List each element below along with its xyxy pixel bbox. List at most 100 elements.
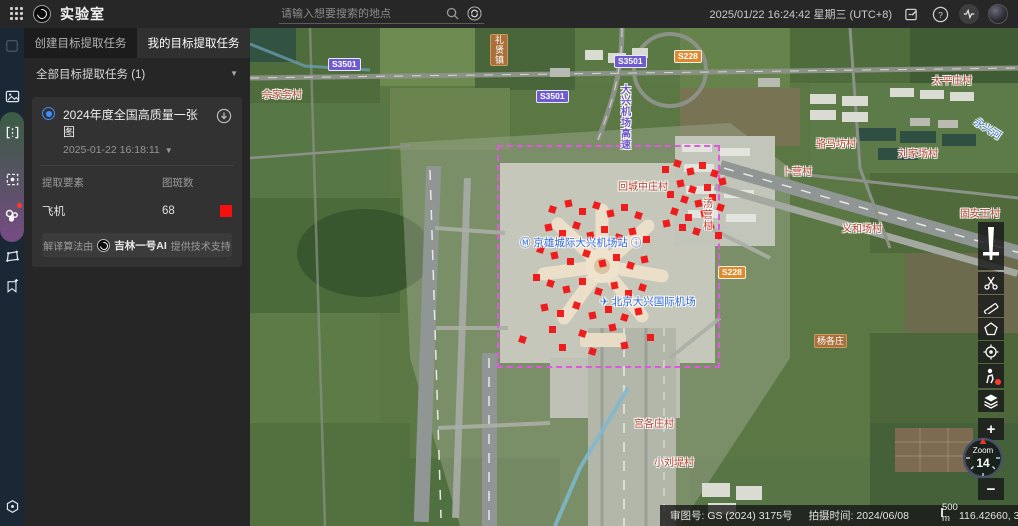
aircraft-detection — [718, 177, 726, 185]
aircraft-detection — [588, 311, 596, 319]
zoom-out-button[interactable]: − — [978, 478, 1004, 500]
aircraft-detection — [692, 227, 701, 236]
task-card: 2024年度全国高质量一张图 2025-01-22 16:18:11 ▼ — [32, 97, 242, 267]
road-badge: S3501 — [536, 90, 569, 103]
aircraft-detection — [680, 195, 689, 204]
polygon-draw-icon[interactable] — [0, 244, 24, 268]
column-count-header: 图斑数 — [162, 175, 220, 190]
map-label: 太平庄村 — [932, 76, 972, 88]
algorithm-credit: 解译算法由 吉林一号AI 提供技术支持 — [42, 233, 232, 257]
timestamp-chevron-icon[interactable]: ▼ — [165, 146, 173, 155]
aircraft-detection — [662, 166, 669, 173]
feedback-form-icon[interactable] — [901, 4, 921, 24]
aircraft-detection — [686, 167, 694, 175]
aircraft-detection — [544, 223, 552, 231]
aircraft-detection — [586, 231, 594, 239]
search-icon[interactable] — [446, 7, 459, 20]
credit-prefix: 解译算法由 — [43, 238, 93, 253]
app-grid-icon[interactable] — [10, 7, 24, 21]
layers-stack-icon[interactable] — [0, 34, 24, 58]
aircraft-detection — [715, 232, 722, 239]
reset-search-icon[interactable] — [467, 6, 482, 21]
swipe-compare-tool[interactable] — [978, 222, 1004, 270]
map-overlays: Ⓜ 京雄城际大兴机场站 ⓘ✈ 北京大兴国际机场回城中庄村汤营村卜营村骆马坊村刘家… — [250, 28, 1018, 526]
aircraft-detection — [548, 205, 557, 214]
aircraft-detection — [626, 261, 635, 270]
search-input[interactable] — [281, 8, 438, 20]
map-label: 小刘堤村 — [654, 458, 694, 470]
map-label: 永兴河 — [971, 117, 1003, 143]
tab-create-task[interactable]: 创建目标提取任务 — [24, 28, 137, 58]
capture-date: 拍摄时间: 2024/06/08 — [809, 508, 909, 523]
aircraft-detection — [533, 274, 540, 281]
aircraft-detection — [562, 285, 570, 293]
aircraft-detection — [594, 287, 603, 296]
scale-bar: 500 m — [941, 508, 943, 517]
zoom-dial[interactable]: Zoom 14 — [962, 437, 1004, 479]
class-color-swatch[interactable] — [220, 205, 232, 217]
aircraft-detection — [613, 254, 620, 261]
aircraft-detection — [628, 227, 636, 235]
datetime-display: 2025/01/22 16:24:42 星期三 (UTC+8) — [709, 6, 892, 22]
map-label: ✈ 北京大兴国际机场 — [600, 296, 696, 308]
top-bar: 实验室 2025/01/22 16:24:42 星期三 (UTC+8) — [0, 0, 1018, 28]
aircraft-detection — [540, 303, 548, 311]
task-title: 2024年度全国高质量一张图 — [63, 106, 208, 140]
task-radio-selected[interactable] — [42, 107, 55, 120]
aircraft-detection — [559, 344, 566, 351]
aircraft-detection — [667, 191, 674, 198]
road-badge: S228 — [718, 266, 746, 279]
map-status-bar: 审图号: GS (2024) 3175号 拍摄时间: 2024/06/08 50… — [660, 505, 1018, 526]
aircraft-detection — [647, 334, 654, 341]
aircraft-detection — [699, 162, 706, 169]
app-logo-icon — [33, 5, 51, 23]
map-label: 刘家场村 — [898, 149, 938, 161]
split-compare-icon[interactable] — [0, 120, 24, 144]
aircraft-detection — [608, 323, 616, 331]
map-label: 固安王村 — [960, 209, 1000, 221]
settings-gear-icon[interactable] — [0, 494, 24, 518]
map-label: 骆马坊村 — [816, 139, 856, 151]
imagery-icon[interactable] — [0, 84, 24, 108]
task-filter-dropdown[interactable]: 全部目标提取任务 (1) ▼ — [24, 58, 250, 89]
activity-pulse-icon[interactable] — [959, 4, 979, 24]
aircraft-detection — [643, 236, 650, 243]
aircraft-detection — [557, 310, 564, 317]
aircraft-detection — [638, 283, 647, 292]
clip-scissors-tool[interactable] — [978, 272, 1004, 294]
locate-tool[interactable] — [978, 341, 1004, 363]
layers-tool[interactable] — [978, 390, 1004, 412]
aircraft-detection — [601, 226, 608, 233]
aircraft-detection — [614, 233, 623, 242]
aircraft-detection — [685, 214, 692, 221]
aircraft-detection — [700, 209, 708, 217]
bookmark-add-icon[interactable] — [0, 274, 24, 298]
aircraft-detection — [688, 185, 697, 194]
draw-polygon-tool[interactable] — [978, 318, 1004, 340]
download-icon[interactable] — [216, 108, 232, 129]
element-name: 飞机 — [42, 203, 162, 219]
target-extraction-icon[interactable] — [0, 204, 24, 228]
aircraft-detection — [549, 326, 556, 333]
help-icon[interactable]: ? — [930, 4, 950, 24]
cursor-coordinates: 116.42660, 39.53656 — [959, 510, 1018, 522]
aircraft-detection — [559, 230, 566, 237]
tab-my-tasks[interactable]: 我的目标提取任务 — [137, 28, 250, 58]
app-window: 实验室 2025/01/22 16:24:42 星期三 (UTC+8) — [0, 0, 1018, 526]
aircraft-detection — [620, 341, 628, 349]
aircraft-detection — [709, 194, 716, 201]
aircraft-detection — [598, 259, 606, 267]
aircraft-detection — [546, 279, 555, 288]
chevron-down-icon: ▼ — [230, 69, 238, 78]
region-select-icon[interactable] — [0, 167, 24, 191]
streetview-person-tool[interactable] — [978, 364, 1004, 388]
measure-tool[interactable] — [978, 295, 1004, 317]
aircraft-detection — [564, 199, 572, 207]
map-label: 宫各庄村 — [634, 419, 674, 431]
map-canvas[interactable]: Ⓜ 京雄城际大兴机场站 ⓘ✈ 北京大兴国际机场回城中庄村汤营村卜营村骆马坊村刘家… — [250, 28, 1018, 526]
user-avatar[interactable] — [988, 4, 1008, 24]
aircraft-detection — [518, 335, 527, 344]
aircraft-detection — [578, 329, 587, 338]
aircraft-detection — [716, 203, 725, 212]
map-approval-number: 审图号: GS (2024) 3175号 — [670, 508, 793, 523]
